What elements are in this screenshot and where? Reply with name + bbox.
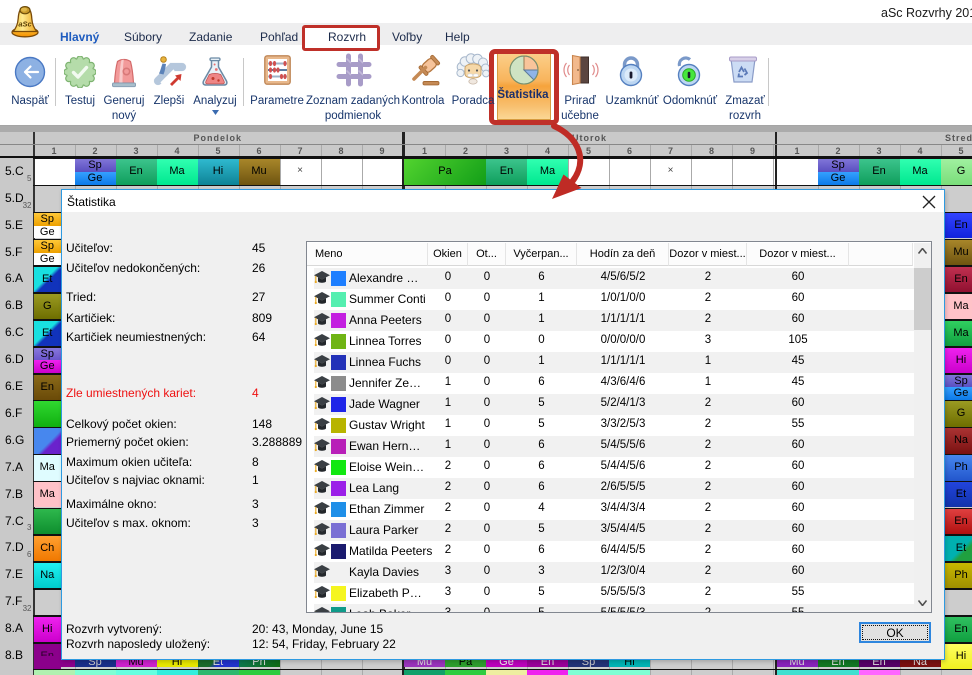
svg-text:aSc: aSc [18,20,32,29]
